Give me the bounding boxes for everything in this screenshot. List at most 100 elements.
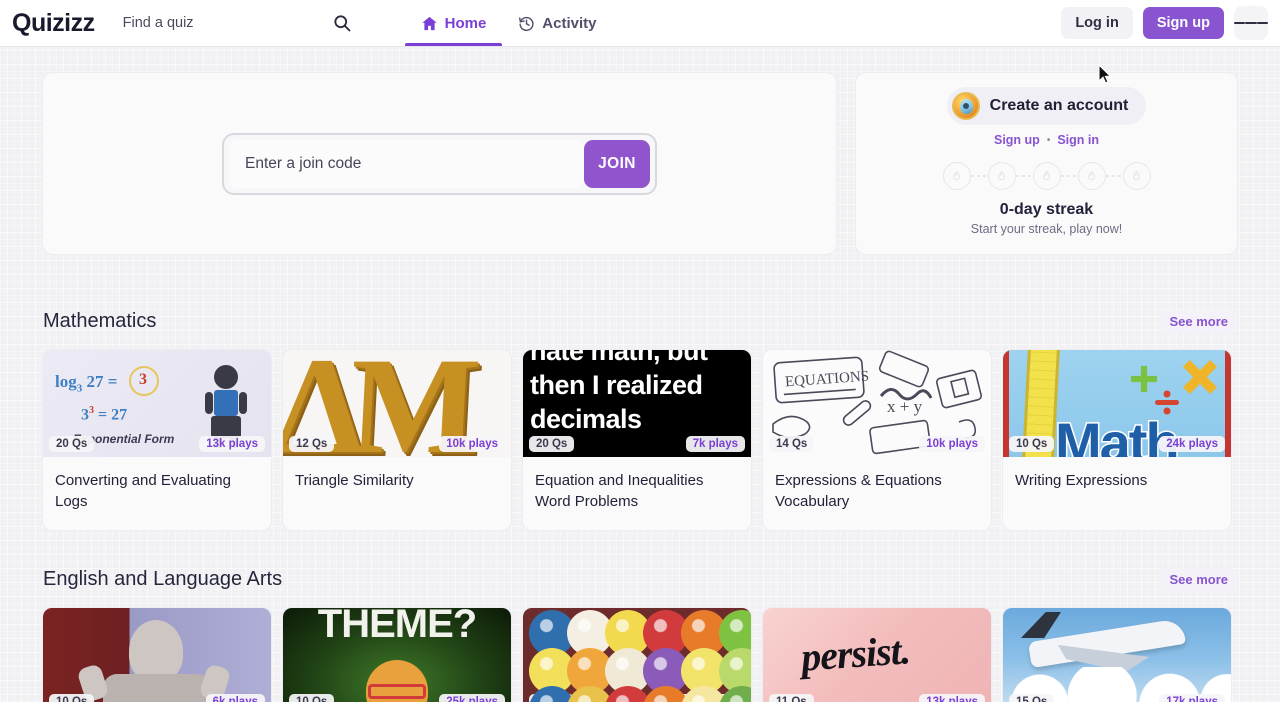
thumb-decoration bbox=[129, 620, 183, 682]
quiz-thumbnail: ΔM 12 Qs 10k plays bbox=[283, 350, 511, 457]
home-icon bbox=[421, 16, 437, 30]
join-code-input[interactable] bbox=[229, 139, 584, 188]
quiz-thumbnail: 10 Qs 6k plays bbox=[43, 608, 271, 702]
main-nav: Home Activity bbox=[404, 0, 613, 46]
quiz-card[interactable]: ΔM 12 Qs 10k plays Triangle Similarity bbox=[283, 350, 511, 531]
play-count-badge: 7k plays bbox=[685, 436, 745, 452]
quiz-card[interactable]: hate math, but then I realized decimals … bbox=[523, 350, 751, 531]
quiz-card[interactable]: persist. 11 Qs 13k plays bbox=[763, 608, 991, 702]
play-count-badge: 13k plays bbox=[919, 694, 985, 702]
thumb-decoration bbox=[719, 686, 751, 702]
section-english-language-arts: English and Language Arts See more 10 Qs… bbox=[43, 564, 1237, 702]
thumb-decoration bbox=[103, 674, 211, 702]
account-streak-panel: Create an account Sign up • Sign in 0-da… bbox=[856, 73, 1237, 254]
nav-item-home-label: Home bbox=[444, 14, 487, 32]
streak-track bbox=[942, 162, 1151, 190]
streak-day-node bbox=[987, 162, 1016, 190]
join-game-panel: JOIN bbox=[43, 73, 836, 254]
question-count-badge: 20 Qs bbox=[529, 436, 575, 452]
quiz-title: Expressions & Equations Vocabulary bbox=[775, 472, 942, 510]
header-actions: Log in Sign up bbox=[1061, 6, 1268, 40]
quiz-thumbnail: Math 10 Qs 24k plays bbox=[1003, 350, 1231, 457]
question-count-badge: 10 Qs bbox=[289, 694, 335, 702]
nav-item-activity[interactable]: Activity bbox=[502, 0, 612, 46]
quizizz-logo[interactable]: Quizizz bbox=[12, 9, 95, 38]
see-more-link-ela[interactable]: See more bbox=[1160, 567, 1237, 591]
svg-text:x + y: x + y bbox=[887, 397, 923, 416]
quiz-card-list: log3 27 = 3 33 = 27 Exponential Form 20 … bbox=[43, 350, 1237, 531]
play-count-badge: 10k plays bbox=[919, 436, 985, 452]
quiz-card[interactable]: EQUATIONS x + y 14 Qs 10k plays Expressi… bbox=[763, 350, 991, 531]
streak-count-label: 0-day streak bbox=[999, 201, 1094, 218]
question-count-badge: 10 Qs bbox=[1009, 436, 1055, 452]
play-count-badge: 24k plays bbox=[1159, 436, 1225, 452]
streak-day-node bbox=[1122, 162, 1151, 190]
quiz-thumbnail: EQUATIONS x + y 14 Qs 10k plays bbox=[763, 350, 991, 457]
flame-icon bbox=[952, 169, 961, 180]
search-input[interactable] bbox=[116, 15, 332, 31]
section-header: Mathematics See more bbox=[43, 306, 1237, 336]
section-header: English and Language Arts See more bbox=[43, 564, 1237, 594]
streak-connector bbox=[1060, 175, 1078, 177]
section-title: Mathematics bbox=[43, 309, 157, 332]
auth-links-separator: • bbox=[1046, 134, 1051, 146]
search-box[interactable] bbox=[116, 6, 379, 40]
streak-day-node bbox=[942, 162, 971, 190]
plus-sign-icon bbox=[1131, 366, 1157, 392]
auth-links: Sign up • Sign in bbox=[994, 133, 1099, 147]
svg-text:EQUATIONS: EQUATIONS bbox=[785, 369, 870, 391]
join-code-box[interactable]: JOIN bbox=[222, 132, 657, 195]
menu-bar bbox=[1245, 22, 1257, 24]
join-button[interactable]: JOIN bbox=[584, 139, 650, 188]
streak-connector bbox=[970, 175, 988, 177]
sign-in-link[interactable]: Sign in bbox=[1057, 133, 1099, 147]
streak-subtitle: Start your streak, play now! bbox=[970, 222, 1123, 236]
flame-icon bbox=[1042, 169, 1051, 180]
create-account-button[interactable]: Create an account bbox=[946, 87, 1147, 125]
question-count-badge: 20 Qs bbox=[49, 436, 95, 452]
play-count-badge: 13k plays bbox=[199, 436, 265, 452]
play-count-badge: 10k plays bbox=[439, 436, 505, 452]
thumb-text: 33 = 27 bbox=[81, 405, 128, 424]
multiply-sign-icon bbox=[1183, 360, 1217, 394]
quiz-thumbnail: persist. 11 Qs 13k plays bbox=[763, 608, 991, 702]
thumb-text: hate math, but then I realized decimals bbox=[530, 350, 708, 434]
thumb-text: THEME? bbox=[317, 608, 477, 646]
thumb-text: persist. bbox=[799, 627, 912, 680]
quiz-title: Triangle Similarity bbox=[295, 472, 414, 489]
thumb-decoration bbox=[368, 684, 426, 699]
quiz-card[interactable]: 15 Qs 17k plays bbox=[1003, 608, 1231, 702]
section-title: English and Language Arts bbox=[43, 567, 283, 590]
question-count-badge: 15 Qs bbox=[1009, 694, 1055, 702]
quiz-card[interactable]: Math 10 Qs 24k plays Writing Expressions bbox=[1003, 350, 1231, 531]
see-more-link-mathematics[interactable]: See more bbox=[1160, 309, 1237, 333]
user-avatar-icon bbox=[951, 92, 980, 120]
nav-item-home[interactable]: Home bbox=[404, 0, 503, 46]
quiz-title: Writing Expressions bbox=[1015, 472, 1148, 489]
quiz-thumbnail: 15 Qs 17k plays bbox=[1003, 608, 1231, 702]
nav-item-activity-label: Activity bbox=[542, 14, 597, 32]
quiz-title: Equation and Inequalities Word Problems bbox=[535, 472, 704, 510]
quiz-card[interactable]: log3 27 = 3 33 = 27 Exponential Form 20 … bbox=[43, 350, 271, 531]
login-button[interactable]: Log in bbox=[1061, 7, 1133, 39]
hamburger-menu-icon[interactable] bbox=[1234, 6, 1268, 40]
quiz-card[interactable]: 10 Qs 6k plays bbox=[43, 608, 271, 702]
flame-icon bbox=[997, 169, 1006, 180]
create-account-label: Create an account bbox=[989, 97, 1129, 114]
menu-bar bbox=[1256, 22, 1268, 24]
app-header: Quizizz Home Activity Log in Sign up bbox=[0, 0, 1280, 47]
search-icon[interactable] bbox=[332, 13, 352, 33]
thumb-decoration bbox=[1021, 612, 1061, 638]
flame-icon bbox=[1087, 169, 1096, 180]
quiz-card[interactable]: 20 Qs 28k plays bbox=[523, 608, 751, 702]
thumb-decoration bbox=[1225, 350, 1231, 457]
thumb-text: 3 bbox=[139, 371, 147, 388]
quiz-thumbnail: 20 Qs 28k plays bbox=[523, 608, 751, 702]
signup-button[interactable]: Sign up bbox=[1142, 7, 1224, 39]
play-count-badge: 6k plays bbox=[205, 694, 265, 702]
quiz-thumbnail: THEME? 10 Qs 25k plays bbox=[283, 608, 511, 702]
sign-up-link[interactable]: Sign up bbox=[994, 133, 1040, 147]
streak-connector bbox=[1105, 175, 1123, 177]
quiz-card[interactable]: THEME? 10 Qs 25k plays bbox=[283, 608, 511, 702]
streak-day-node bbox=[1032, 162, 1061, 190]
